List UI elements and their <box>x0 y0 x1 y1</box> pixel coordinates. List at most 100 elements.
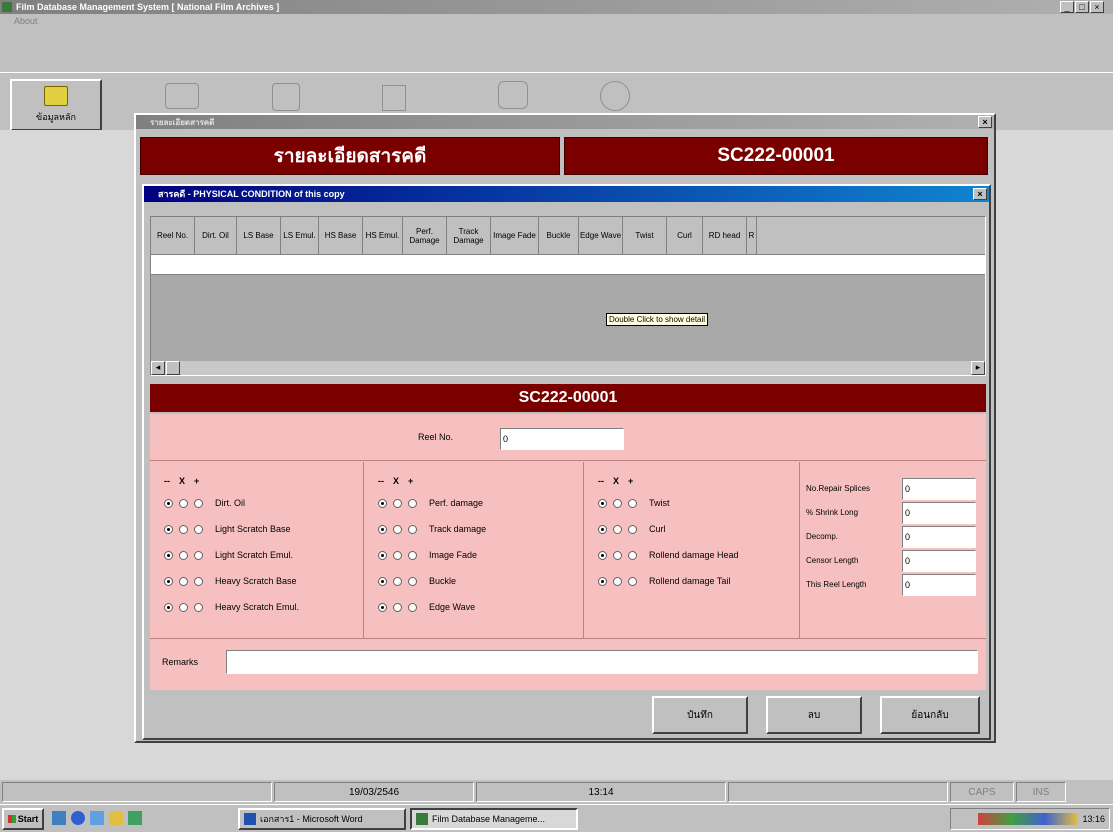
toolbar-button-main[interactable]: ข้อมูลหลัก <box>10 79 102 131</box>
condition-row: Light Scratch Base <box>164 524 291 534</box>
scroll-right-button[interactable]: ▸ <box>971 361 985 375</box>
radio-minor[interactable] <box>613 550 622 560</box>
grid-column-header[interactable]: Edge Wave <box>579 217 623 255</box>
grid-column-header[interactable]: HS Base <box>319 217 363 255</box>
ie-icon[interactable] <box>71 811 85 825</box>
grid-column-header[interactable]: RD head <box>703 217 747 255</box>
radio-severe[interactable] <box>194 524 203 534</box>
grid-column-header[interactable]: LS Emul. <box>281 217 319 255</box>
radio-severe[interactable] <box>408 602 417 612</box>
task-word[interactable]: เอกสาร1 - Microsoft Word <box>238 808 406 830</box>
radio-minor[interactable] <box>393 602 402 612</box>
radio-none[interactable] <box>378 498 387 508</box>
grid-column-header[interactable]: Image Fade <box>491 217 539 255</box>
radio-minor[interactable] <box>393 550 402 560</box>
main-window-close-button[interactable]: × <box>978 116 992 128</box>
field-input[interactable]: 0 <box>902 526 976 548</box>
radio-minor[interactable] <box>179 524 188 534</box>
save-button-label: บันทึก <box>687 709 713 721</box>
radio-minor[interactable] <box>179 498 188 508</box>
radio-severe[interactable] <box>628 524 637 534</box>
radio-minor[interactable] <box>613 524 622 534</box>
radio-severe[interactable] <box>408 524 417 534</box>
radio-none[interactable] <box>378 524 387 534</box>
grid-empty-row[interactable] <box>151 255 985 275</box>
radio-minor[interactable] <box>179 576 188 586</box>
radio-none[interactable] <box>598 550 607 560</box>
toolbar-icon-2[interactable] <box>165 83 199 109</box>
radio-minor[interactable] <box>179 602 188 612</box>
globe-icon[interactable] <box>600 81 630 111</box>
radio-minor[interactable] <box>613 576 622 586</box>
toolbar-icon-4[interactable] <box>382 85 406 111</box>
radio-none[interactable] <box>378 576 387 586</box>
channel-icon[interactable] <box>128 811 142 825</box>
desktop-icon[interactable] <box>52 811 66 825</box>
grid-column-header[interactable]: Perf. Damage <box>403 217 447 255</box>
radio-severe[interactable] <box>194 576 203 586</box>
radio-severe[interactable] <box>194 498 203 508</box>
radio-minor[interactable] <box>393 498 402 508</box>
radio-severe[interactable] <box>628 550 637 560</box>
radio-none[interactable] <box>164 602 173 612</box>
condition-label: Curl <box>649 524 666 534</box>
radio-severe[interactable] <box>628 576 637 586</box>
toolbar-icon-3[interactable] <box>272 83 300 111</box>
radio-severe[interactable] <box>408 498 417 508</box>
reel-input[interactable]: 0 <box>500 428 624 450</box>
outlook-icon[interactable] <box>90 811 104 825</box>
scroll-left-button[interactable]: ◂ <box>151 361 165 375</box>
dialog-close-button[interactable]: × <box>973 188 987 200</box>
delete-button[interactable]: ลบ <box>766 696 862 734</box>
radio-minor[interactable] <box>393 576 402 586</box>
start-button[interactable]: Start <box>2 808 44 830</box>
close-app-button[interactable]: × <box>1090 1 1104 13</box>
radio-none[interactable] <box>378 602 387 612</box>
back-button[interactable]: ย้อนกลับ <box>880 696 980 734</box>
grid-column-header[interactable]: HS Emul. <box>363 217 403 255</box>
radio-none[interactable] <box>164 524 173 534</box>
grid-column-header[interactable]: Reel No. <box>151 217 195 255</box>
radio-severe[interactable] <box>408 576 417 586</box>
radio-none[interactable] <box>378 550 387 560</box>
minimize-button[interactable]: _ <box>1060 1 1074 13</box>
remarks-input[interactable] <box>226 650 978 674</box>
radio-none[interactable] <box>598 576 607 586</box>
scroll-thumb[interactable] <box>166 361 180 375</box>
maximize-button[interactable]: □ <box>1075 1 1089 13</box>
grid-column-header[interactable]: Dirt. Oil <box>195 217 237 255</box>
field-input[interactable]: 0 <box>902 574 976 596</box>
radio-severe[interactable] <box>408 550 417 560</box>
radio-minor[interactable] <box>179 550 188 560</box>
toolbar-icon-5[interactable] <box>498 81 528 109</box>
system-tray: 13:16 <box>950 808 1110 830</box>
grid-column-header[interactable]: LS Base <box>237 217 281 255</box>
radio-none[interactable] <box>164 576 173 586</box>
radio-none[interactable] <box>598 498 607 508</box>
field-input[interactable]: 0 <box>902 478 976 500</box>
grid-column-header[interactable]: Twist <box>623 217 667 255</box>
radio-severe[interactable] <box>628 498 637 508</box>
radio-none[interactable] <box>164 550 173 560</box>
grid-column-header[interactable]: Curl <box>667 217 703 255</box>
grid-column-header[interactable]: R <box>747 217 757 255</box>
grid-hscrollbar[interactable]: ◂ ▸ <box>151 361 985 375</box>
radio-none[interactable] <box>164 498 173 508</box>
grid-column-header[interactable]: Buckle <box>539 217 579 255</box>
folder-quick-icon[interactable] <box>109 811 123 825</box>
radio-minor[interactable] <box>613 498 622 508</box>
radio-severe[interactable] <box>194 602 203 612</box>
grid-header-filler <box>757 217 985 255</box>
tray-icons[interactable] <box>978 813 1079 825</box>
radio-severe[interactable] <box>194 550 203 560</box>
field-input-value: 0 <box>905 532 911 542</box>
menu-about[interactable]: About <box>14 16 38 26</box>
save-button[interactable]: บันทึก <box>652 696 748 734</box>
field-input[interactable]: 0 <box>902 550 976 572</box>
condition-grid[interactable]: Reel No. Dirt. Oil LS Base LS Emul. HS Base H… <box>150 216 986 376</box>
grid-column-header[interactable]: Track Damage <box>447 217 491 255</box>
radio-none[interactable] <box>598 524 607 534</box>
radio-minor[interactable] <box>393 524 402 534</box>
task-filmdb[interactable]: Film Database Manageme... <box>410 808 578 830</box>
field-input[interactable]: 0 <box>902 502 976 524</box>
